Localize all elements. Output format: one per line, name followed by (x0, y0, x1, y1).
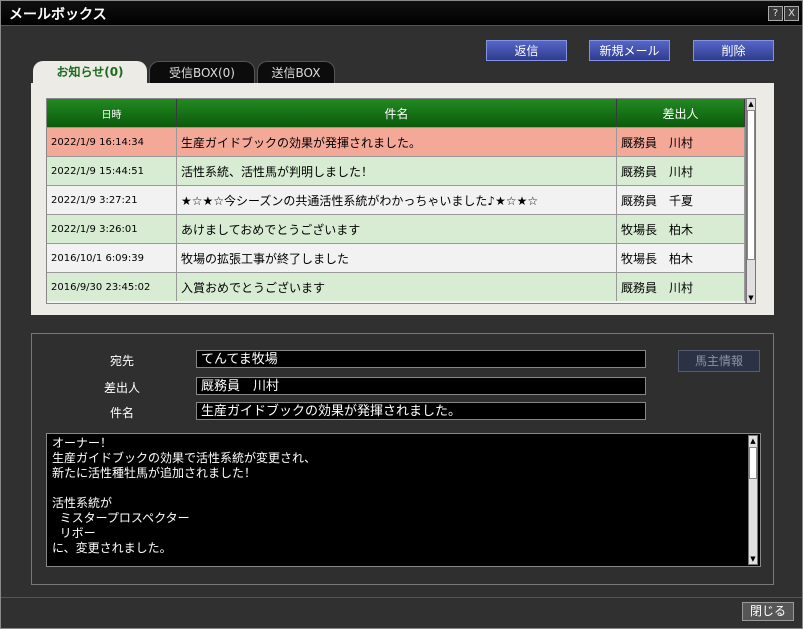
scroll-thumb[interactable] (747, 110, 755, 260)
title-bar: メールボックス ? X (1, 1, 802, 26)
row-subject: 生産ガイドブックの効果が発揮されました。 (177, 128, 617, 156)
row-date: 2022/1/9 15:44:51 (47, 157, 177, 185)
subject-field: 生産ガイドブックの効果が発揮されました。 (196, 402, 646, 420)
table-row[interactable]: 2016/9/30 23:45:02 入賞おめでとうございます 厩務員 川村 (47, 272, 745, 301)
mail-list-scrollbar[interactable]: ▲ ▼ (746, 98, 756, 304)
to-label: 宛先 (109, 354, 134, 368)
tab-notices[interactable]: お知らせ(0) (33, 61, 147, 83)
header-sender: 差出人 (617, 99, 745, 127)
table-header: 日時 件名 差出人 (47, 99, 745, 127)
from-label: 差出人 (103, 381, 140, 395)
footer-divider (1, 597, 802, 598)
header-date: 日時 (47, 99, 177, 127)
row-subject: 活性系統、活性馬が判明しました！ (177, 157, 617, 185)
owner-info-button[interactable]: 馬主情報 (678, 350, 760, 372)
mail-body-text: オーナー！ 生産ガイドブックの効果で活性系統が変更され、 新たに活性種牡馬が追加… (52, 436, 317, 555)
row-sender: 牧場長 柏木 (617, 244, 745, 272)
row-date: 2022/1/9 3:27:21 (47, 186, 177, 214)
mail-list-panel: 日時 件名 差出人 2022/1/9 16:14:34 生産ガイドブックの効果が… (31, 83, 774, 315)
row-date: 2022/1/9 16:14:34 (47, 128, 177, 156)
reply-button[interactable]: 返信 (486, 40, 567, 61)
row-subject: ★☆★☆今シーズンの共通活性系統がわかっちゃいました♪★☆★☆ (177, 186, 617, 214)
mail-body[interactable]: オーナー！ 生産ガイドブックの効果で活性系統が変更され、 新たに活性種牡馬が追加… (46, 433, 761, 567)
table-row[interactable]: 2022/1/9 3:26:01 あけましておめでとうございます 牧場長 柏木 (47, 214, 745, 243)
scroll-up-icon[interactable]: ▲ (749, 436, 757, 446)
help-button[interactable]: ? (768, 6, 783, 21)
scroll-down-icon[interactable]: ▼ (749, 554, 757, 564)
tab-sent[interactable]: 送信BOX (257, 61, 335, 83)
mail-table: 日時 件名 差出人 2022/1/9 16:14:34 生産ガイドブックの効果が… (46, 98, 746, 304)
row-sender: 牧場長 柏木 (617, 215, 745, 243)
window-close-button[interactable]: X (784, 6, 799, 21)
window-title: メールボックス (9, 7, 107, 23)
row-sender: 厩務員 川村 (617, 128, 745, 156)
row-subject: あけましておめでとうございます (177, 215, 617, 243)
from-field: 厩務員 川村 (196, 377, 646, 395)
row-subject: 入賞おめでとうございます (177, 273, 617, 301)
table-row[interactable]: 2022/1/9 15:44:51 活性系統、活性馬が判明しました！ 厩務員 川… (47, 156, 745, 185)
scroll-thumb[interactable] (749, 447, 757, 479)
subject-label: 件名 (109, 406, 134, 420)
row-subject: 牧場の拡張工事が終了しました (177, 244, 617, 272)
scroll-up-icon[interactable]: ▲ (747, 99, 755, 109)
row-sender: 厩務員 川村 (617, 157, 745, 185)
row-sender: 厩務員 川村 (617, 273, 745, 301)
row-date: 2016/10/1 6:09:39 (47, 244, 177, 272)
tab-inbox[interactable]: 受信BOX(0) (149, 61, 255, 83)
mailbox-window: メールボックス ? X 返信 新規メール 削除 お知らせ(0) 受信BOX(0)… (0, 0, 803, 629)
row-date: 2016/9/30 23:45:02 (47, 273, 177, 301)
table-row[interactable]: 2016/10/1 6:09:39 牧場の拡張工事が終了しました 牧場長 柏木 (47, 243, 745, 272)
to-field: てんてま牧場 (196, 350, 646, 368)
row-date: 2022/1/9 3:26:01 (47, 215, 177, 243)
close-button[interactable]: 閉じる (742, 602, 794, 621)
mail-detail-panel: 宛先 てんてま牧場 馬主情報 差出人 厩務員 川村 件名 生産ガイドブックの効果… (31, 333, 774, 585)
new-mail-button[interactable]: 新規メール (589, 40, 670, 61)
scroll-down-icon[interactable]: ▼ (747, 293, 755, 303)
table-row[interactable]: 2022/1/9 3:27:21 ★☆★☆今シーズンの共通活性系統がわかっちゃい… (47, 185, 745, 214)
table-row[interactable]: 2022/1/9 16:14:34 生産ガイドブックの効果が発揮されました。 厩… (47, 127, 745, 156)
delete-button[interactable]: 削除 (693, 40, 774, 61)
body-scrollbar[interactable]: ▲ ▼ (748, 435, 758, 565)
header-subject: 件名 (177, 99, 617, 127)
row-sender: 厩務員 千夏 (617, 186, 745, 214)
